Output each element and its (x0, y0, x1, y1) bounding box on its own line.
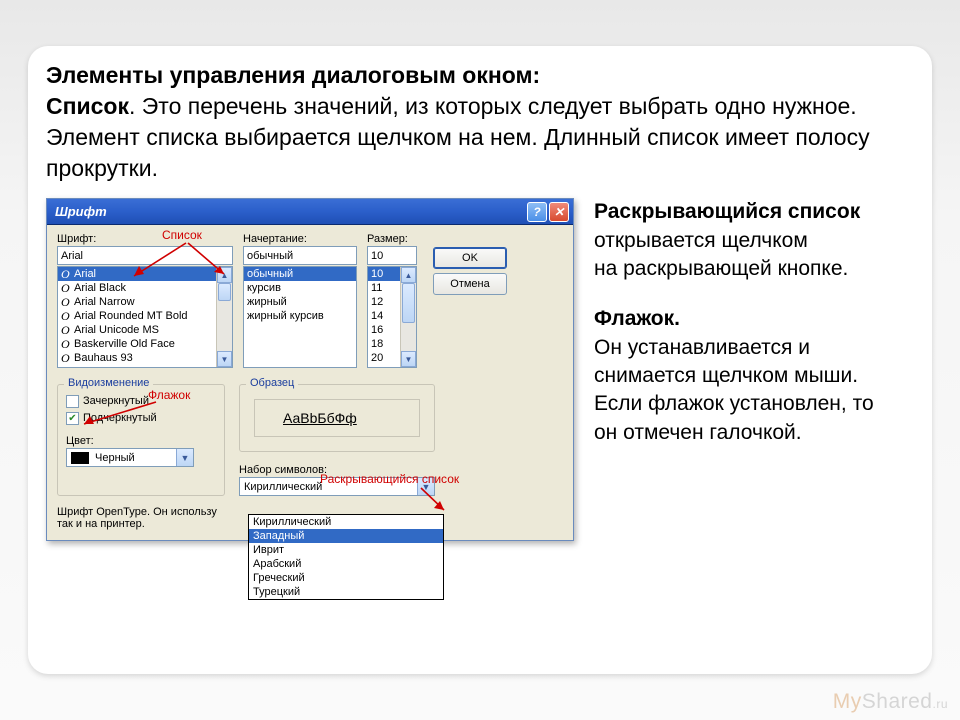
list-item: жирный (244, 295, 356, 309)
style-label: Начертание: (243, 233, 357, 245)
scrollbar[interactable]: ▲ ▼ (216, 267, 232, 367)
list-item: Греческий (249, 571, 443, 585)
sample-text: АаВbБбФф (254, 399, 420, 437)
color-swatch (71, 452, 89, 464)
list-item: обычный (244, 267, 356, 281)
list-item: курсив (244, 281, 356, 295)
list-item: OArial Unicode MS (58, 323, 232, 337)
list-item: жирный курсив (244, 309, 356, 323)
list-item: OArial Rounded MT Bold (58, 309, 232, 323)
heading-text: Элементы управления диалоговым окном: Сп… (46, 60, 914, 184)
chevron-down-icon[interactable]: ▼ (176, 449, 193, 466)
cancel-button[interactable]: Отмена (433, 273, 507, 295)
list-item: Турецкий (249, 585, 443, 599)
titlebar: Шрифт ? ✕ (47, 199, 573, 225)
size-input[interactable] (367, 246, 417, 265)
dialog-illustration: Шрифт ? ✕ Шрифт: OArial OArial Black (46, 198, 576, 541)
close-button[interactable]: ✕ (549, 202, 569, 222)
checkbox-icon[interactable] (66, 395, 79, 408)
scroll-down-icon[interactable]: ▼ (217, 351, 232, 367)
explanation-text: Раскрывающийся список открывается щелчко… (594, 198, 894, 541)
scroll-down-icon[interactable]: ▼ (401, 351, 416, 367)
list-item: OArial Narrow (58, 295, 232, 309)
scroll-up-icon[interactable]: ▲ (217, 267, 232, 283)
checkbox-icon[interactable]: ✔ (66, 412, 79, 425)
charset-value: Кириллический (240, 481, 417, 493)
color-value: Черный (93, 452, 176, 464)
color-label: Цвет: (66, 435, 94, 447)
slide-card: Элементы управления диалоговым окном: Сп… (28, 46, 932, 674)
ok-button[interactable]: OK (433, 247, 507, 269)
effects-group: Видоизменение Зачеркнутый ✔ Подчеркнутый… (57, 384, 225, 496)
list-item: Иврит (249, 543, 443, 557)
list-item: OArial (58, 267, 232, 281)
list-item: OArial Black (58, 281, 232, 295)
list-item: Кириллический (249, 515, 443, 529)
style-listbox[interactable]: обычный курсив жирный жирный курсив (243, 266, 357, 368)
font-label: Шрифт: (57, 233, 233, 245)
list-item: Арабский (249, 557, 443, 571)
window-title: Шрифт (55, 204, 107, 219)
sample-group: Образец АаВbБбФф (239, 384, 435, 452)
list-item: Западный (249, 529, 443, 543)
scroll-thumb[interactable] (218, 283, 231, 301)
charset-dropdown-list[interactable]: Кириллический Западный Иврит Арабский Гр… (248, 514, 444, 600)
size-label: Размер: (367, 233, 417, 245)
watermark: MyShared.ru (833, 690, 948, 714)
font-listbox[interactable]: OArial OArial Black OArial Narrow OArial… (57, 266, 233, 368)
style-input[interactable] (243, 246, 357, 265)
effects-legend: Видоизменение (64, 377, 153, 389)
list-item: OBauhaus 93 (58, 351, 232, 365)
help-button[interactable]: ? (527, 202, 547, 222)
scroll-thumb[interactable] (402, 283, 415, 323)
strike-label: Зачеркнутый (83, 393, 149, 410)
color-combo[interactable]: Черный ▼ (66, 448, 194, 467)
underline-checkbox-row: ✔ Подчеркнутый (66, 410, 216, 427)
chevron-down-icon[interactable]: ▼ (417, 478, 434, 495)
charset-label: Набор символов: (239, 464, 327, 476)
scroll-up-icon[interactable]: ▲ (401, 267, 416, 283)
font-input[interactable] (57, 246, 233, 265)
font-dialog: Шрифт ? ✕ Шрифт: OArial OArial Black (46, 198, 574, 541)
charset-combo[interactable]: Кириллический ▼ (239, 477, 435, 496)
size-listbox[interactable]: 10 11 12 14 16 18 20 ▲ ▼ (367, 266, 417, 368)
sample-legend: Образец (246, 377, 298, 389)
scrollbar[interactable]: ▲ ▼ (400, 267, 416, 367)
underline-label: Подчеркнутый (83, 410, 157, 427)
list-item: OBaskerville Old Face (58, 337, 232, 351)
strike-checkbox-row: Зачеркнутый (66, 393, 216, 410)
